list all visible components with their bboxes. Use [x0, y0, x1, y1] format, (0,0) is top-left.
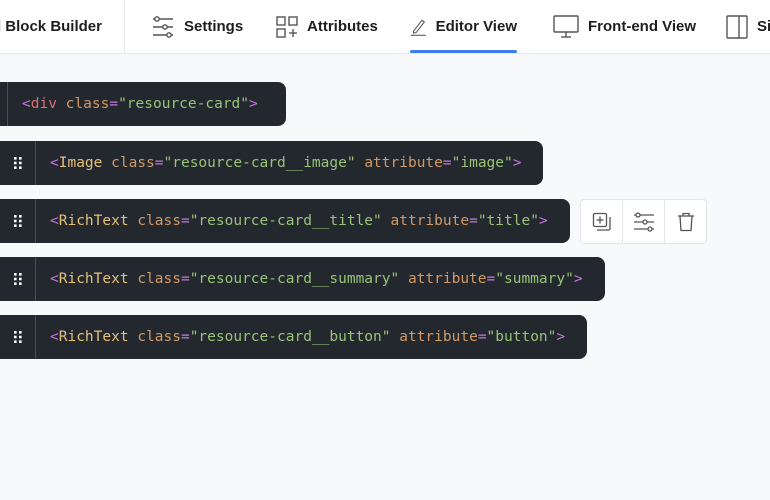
- tab-label: Si: [757, 18, 770, 35]
- tag-name: RichText: [58, 329, 129, 345]
- drag-handle-icon: [13, 331, 22, 343]
- attribute-name: class: [111, 155, 155, 171]
- bracket-close: >: [573, 271, 583, 287]
- duplicate-button[interactable]: [581, 200, 623, 243]
- attribute-value: "summary": [495, 271, 574, 287]
- attribute-name: attribute: [399, 329, 478, 345]
- attribute-name: attribute: [364, 155, 443, 171]
- tab-label: Attributes: [307, 18, 378, 35]
- tab-attributes[interactable]: Attributes: [276, 0, 378, 53]
- tab-settings[interactable]: Settings: [151, 0, 243, 53]
- bracket-open: <: [50, 213, 59, 229]
- equals-sign: =: [180, 271, 190, 287]
- bracket-open: <: [50, 329, 59, 345]
- trash-icon: [677, 212, 694, 231]
- tag-name: div: [30, 96, 57, 112]
- code-line: <RichText class="resource-card__button" …: [36, 329, 581, 345]
- sliders-icon: [153, 15, 173, 38]
- code-line: <RichText class="resource-card__summary"…: [36, 271, 599, 287]
- bracket-close: >: [556, 329, 566, 345]
- code-line: <RichText class="resource-card__title" a…: [36, 213, 564, 229]
- drag-handle-icon: [13, 215, 22, 227]
- tag-name: Image: [58, 155, 103, 171]
- tab-label: Front-end View: [588, 18, 697, 35]
- block-row[interactable]: <div class="resource-card">: [0, 82, 286, 126]
- equals-sign: =: [180, 213, 190, 229]
- tab-sidebar[interactable]: Si: [726, 0, 770, 53]
- top-toolbar: d Block Builder Settings Attributes Edit…: [0, 0, 770, 54]
- equals-sign: =: [109, 96, 119, 112]
- attribute-name: class: [137, 329, 181, 345]
- attribute-value: "resource-card__button": [189, 329, 391, 345]
- tag-name: RichText: [58, 271, 129, 287]
- block-row[interactable]: <RichText class="resource-card__summary"…: [0, 257, 605, 301]
- equals-sign: =: [486, 271, 496, 287]
- drag-handle[interactable]: [0, 82, 8, 126]
- bracket-open: <: [22, 96, 31, 112]
- bracket-close: >: [249, 96, 258, 112]
- equals-sign: =: [469, 213, 478, 229]
- pencil-icon: [410, 18, 426, 36]
- bracket-open: <: [50, 155, 59, 171]
- tab-label: Settings: [184, 18, 244, 35]
- app-title: d Block Builder: [0, 18, 102, 35]
- tab-editor-view[interactable]: Editor View: [410, 0, 517, 53]
- sidebar-icon: [726, 14, 748, 39]
- attribute-value: "button": [486, 329, 557, 345]
- settings-sliders-icon: [633, 211, 654, 232]
- code-line: <div class="resource-card">: [8, 96, 274, 112]
- block-row[interactable]: <RichText class="resource-card__button" …: [0, 315, 587, 359]
- attribute-name: class: [137, 271, 181, 287]
- attribute-value: "resource-card": [118, 96, 250, 112]
- attribute-name: class: [137, 213, 181, 229]
- drag-handle-icon: [13, 273, 22, 285]
- equals-sign: =: [477, 329, 487, 345]
- duplicate-icon: [592, 212, 611, 231]
- row-actions: [580, 199, 707, 244]
- code-line: <Image class="resource-card__image" attr…: [36, 155, 537, 171]
- drag-handle-icon: [13, 157, 22, 169]
- bracket-open: <: [50, 271, 59, 287]
- attributes-grid-icon: [276, 15, 298, 38]
- tab-label: Editor View: [435, 18, 517, 35]
- monitor-icon: [553, 14, 579, 38]
- tag-name: RichText: [58, 213, 129, 229]
- attribute-value: "resource-card__summary": [189, 271, 400, 287]
- attribute-value: "resource-card__title": [189, 213, 382, 229]
- block-row[interactable]: <RichText class="resource-card__title" a…: [0, 199, 570, 243]
- divider: [124, 0, 125, 53]
- drag-handle[interactable]: [0, 257, 36, 301]
- attribute-name: attribute: [390, 213, 470, 229]
- attribute-name: attribute: [407, 271, 487, 287]
- attribute-value: "resource-card__image": [163, 155, 356, 171]
- tab-front-end-view[interactable]: Front-end View: [553, 0, 696, 53]
- drag-handle[interactable]: [0, 199, 36, 243]
- attribute-value: "image": [451, 155, 513, 171]
- drag-handle[interactable]: [0, 141, 36, 185]
- equals-sign: =: [154, 155, 164, 171]
- equals-sign: =: [442, 155, 452, 171]
- bracket-close: >: [512, 155, 522, 171]
- attribute-name: class: [65, 96, 110, 112]
- attribute-value: "title": [477, 213, 539, 229]
- drag-handle[interactable]: [0, 315, 36, 359]
- block-row[interactable]: <Image class="resource-card__image" attr…: [0, 141, 543, 185]
- bracket-close: >: [538, 213, 548, 229]
- delete-button[interactable]: [665, 200, 706, 243]
- settings-button[interactable]: [623, 200, 665, 243]
- equals-sign: =: [180, 329, 190, 345]
